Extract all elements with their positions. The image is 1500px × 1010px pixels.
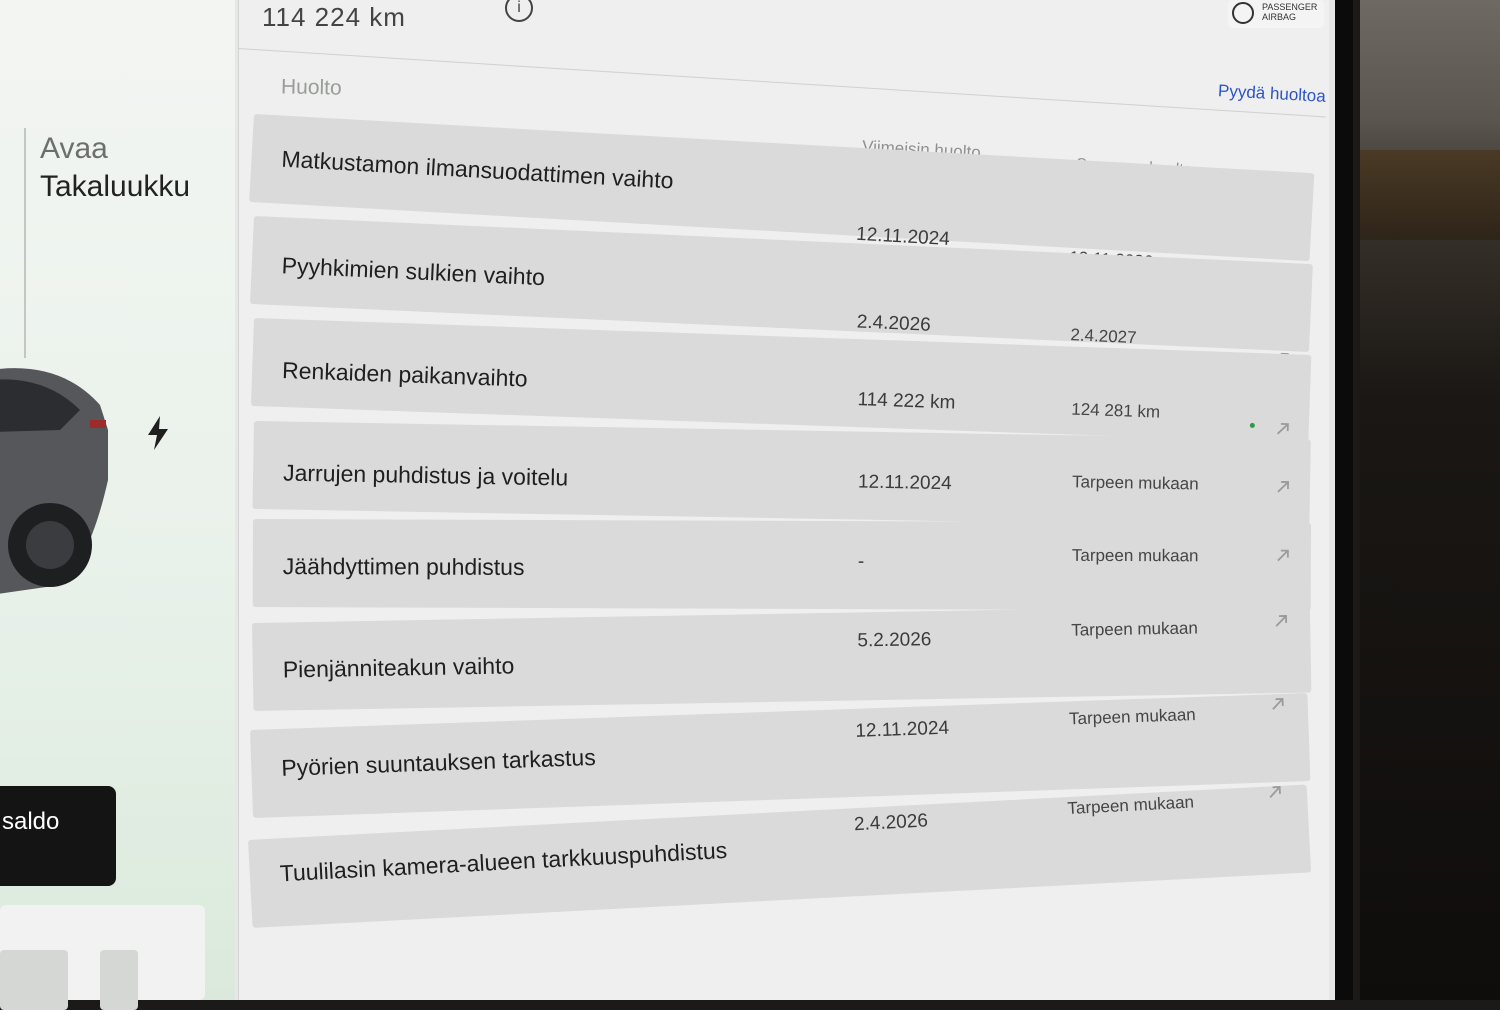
last-service-value: 12.11.2024: [855, 717, 950, 742]
service-item-name: Renkaiden paikanvaihto: [281, 357, 529, 392]
open-external-arrow-icon[interactable]: [1274, 421, 1291, 438]
last-service-value: 12.11.2024: [857, 471, 952, 495]
service-row[interactable]: Jäähdyttimen puhdistus - Tarpeen mukaan: [252, 519, 1311, 611]
service-item-name: Matkustamon ilmansuodattimen vaihto: [280, 145, 675, 194]
open-external-arrow-icon[interactable]: [1275, 548, 1291, 564]
airbag-label-line2: AIRBAG: [1262, 12, 1297, 22]
last-service-value: 2.4.2026: [856, 311, 932, 336]
open-trunk-button[interactable]: Avaa Takaluukku: [40, 130, 190, 206]
next-service-value: Tarpeen mukaan: [1068, 704, 1197, 729]
service-item-name: Pyörien suuntauksen tarkastus: [280, 743, 597, 781]
next-service-value: Tarpeen mukaan: [1071, 545, 1199, 566]
tile-chip: [30, 950, 68, 1010]
bottom-tile: [0, 905, 205, 1010]
car-image: [0, 368, 108, 594]
next-service-value: Tarpeen mukaan: [1066, 792, 1195, 819]
last-service-value: 114 222 km: [857, 389, 956, 414]
next-service-value: 2.4.2027: [1070, 325, 1138, 348]
status-ok-dot-icon: [1249, 422, 1255, 428]
divider: [24, 128, 26, 358]
last-service-value: 2.4.2026: [853, 810, 929, 836]
last-service-value: 5.2.2026: [857, 629, 932, 652]
vehicle-panel: Avaa Takaluukku saldo: [0, 0, 235, 1010]
open-external-arrow-icon[interactable]: [1273, 613, 1289, 629]
service-item-name: Tuulilasin kamera-alueen tarkkuuspuhdist…: [279, 836, 728, 887]
next-service-value: Tarpeen mukaan: [1071, 472, 1199, 494]
service-row[interactable]: Jarrujen puhdistus ja voitelu 12.11.2024 T…: [252, 421, 1311, 528]
next-service-value: Tarpeen mukaan: [1071, 618, 1199, 640]
airbag-label-line1: PASSENGER: [1262, 2, 1318, 12]
open-external-arrow-icon[interactable]: [1266, 784, 1283, 801]
charging-bolt-icon: [148, 416, 168, 450]
airbag-icon: [1232, 2, 1254, 24]
service-item-name: Jarrujen puhdistus ja voitelu: [282, 459, 569, 491]
next-service-value: 124 281 km: [1070, 399, 1161, 422]
tile-chip: [100, 950, 138, 1010]
odometer-value: 114 224 km: [262, 2, 406, 32]
service-row[interactable]: Pienjänniteakun vaihto 5.2.2026 Tarpeen mu…: [252, 604, 1312, 711]
open-external-arrow-icon[interactable]: [1269, 696, 1286, 713]
touchscreen: Avaa Takaluukku saldo 114 224 km i PASSE…: [0, 0, 1353, 1010]
open-trunk-label-line2: Takaluukku: [40, 170, 191, 203]
car-interior-background: [1360, 0, 1500, 1000]
service-item-name: Pienjänniteakun vaihto: [282, 652, 515, 683]
service-item-name: Pyyhkimien sulkien vaihto: [281, 252, 546, 291]
last-service-value: -: [857, 551, 865, 573]
passenger-airbag-indicator: PASSENGER AIRBAG: [1228, 0, 1324, 28]
service-item-name: Jäähdyttimen puhdistus: [282, 553, 525, 580]
open-external-arrow-icon[interactable]: [1275, 479, 1291, 495]
balance-label: saldo: [2, 808, 60, 835]
service-section-title: Huolto: [280, 75, 342, 100]
open-trunk-label-line1: Avaa: [40, 132, 108, 165]
balance-button[interactable]: saldo: [0, 786, 116, 886]
